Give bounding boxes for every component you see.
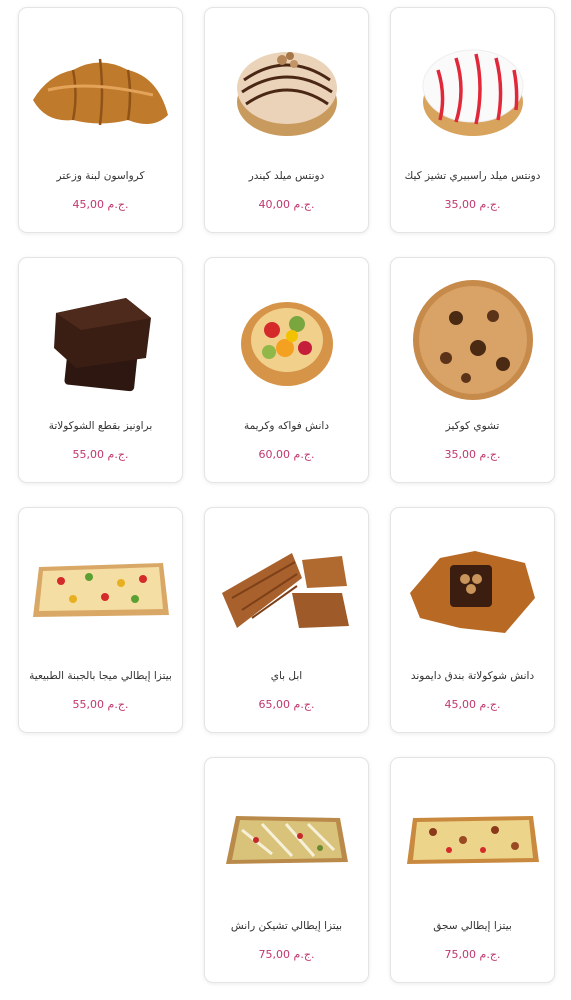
product-price: 35,00 ج.م. [444, 198, 501, 211]
croissant-icon [27, 20, 174, 160]
product-price: 75,00 ج.م. [258, 948, 315, 961]
product-name: ابل باي [270, 670, 303, 682]
product-price: 75,00 ج.م. [444, 948, 501, 961]
product-name: تشوي كوكيز [445, 420, 500, 432]
product-price: 45,00 ج.م. [444, 698, 501, 711]
product-name: براونيز بقطع الشوكولاتة [48, 420, 153, 432]
pizza-square-icon [27, 520, 174, 660]
product-name: بيتزا إيطالي تشيكن رانش [230, 920, 343, 932]
product-card-croissant[interactable]: كرواسون لبنة وزعتر 45,00 ج.م. [18, 7, 183, 233]
product-price: 35,00 ج.م. [444, 448, 501, 461]
product-card-choco-danish[interactable]: دانش شوكولاتة بندق دايموند 45,00 ج.م. [390, 507, 555, 733]
product-card-pizza-sausage[interactable]: بيتزا إيطالي سجق 75,00 ج.م. [390, 757, 555, 983]
choco-danish-icon [399, 520, 546, 660]
product-card-apple-pie[interactable]: ابل باي 65,00 ج.م. [204, 507, 369, 733]
product-name: دانش شوكولاتة بندق دايموند [410, 670, 535, 682]
product-name: دونتس ميلد راسبيري تشيز كيك [404, 170, 541, 182]
product-card-raspberry-donut[interactable]: دونتس ميلد راسبيري تشيز كيك 35,00 ج.م. [390, 7, 555, 233]
apple-pie-icon [213, 520, 360, 660]
product-price: 65,00 ج.م. [258, 698, 315, 711]
fruit-tart-icon [213, 270, 360, 410]
product-price: 45,00 ج.م. [72, 198, 129, 211]
product-card-pizza-chicken[interactable]: بيتزا إيطالي تشيكن رانش 75,00 ج.م. [204, 757, 369, 983]
product-grid: دونتس ميلد راسبيري تشيز كيك 35,00 ج.م. د… [0, 0, 571, 1000]
product-card-brownie[interactable]: براونيز بقطع الشوكولاتة 55,00 ج.م. [18, 257, 183, 483]
product-name: دانش فواكه وكريمة [243, 420, 330, 432]
product-card-kinder-donut[interactable]: دونتس ميلد كيندر 40,00 ج.م. [204, 7, 369, 233]
product-card-cookie[interactable]: تشوي كوكيز 35,00 ج.م. [390, 257, 555, 483]
product-price: 55,00 ج.م. [72, 448, 129, 461]
product-price: 60,00 ج.م. [258, 448, 315, 461]
kinder-donut-icon [213, 20, 360, 160]
product-card-pizza-square[interactable]: بيتزا إيطالي ميجا بالجبنة الطبيعية 55,00… [18, 507, 183, 733]
product-price: 40,00 ج.م. [258, 198, 315, 211]
raspberry-donut-icon [399, 20, 546, 160]
pizza-chicken-icon [213, 770, 360, 910]
product-card-fruit-tart[interactable]: دانش فواكه وكريمة 60,00 ج.م. [204, 257, 369, 483]
product-name: كرواسون لبنة وزعتر [56, 170, 145, 182]
pizza-sausage-icon [399, 770, 546, 910]
product-name: بيتزا إيطالي سجق [433, 920, 512, 932]
product-name: بيتزا إيطالي ميجا بالجبنة الطبيعية [29, 670, 172, 682]
brownie-icon [27, 270, 174, 410]
cookie-icon [399, 270, 546, 410]
product-name: دونتس ميلد كيندر [248, 170, 325, 182]
product-price: 55,00 ج.م. [72, 698, 129, 711]
